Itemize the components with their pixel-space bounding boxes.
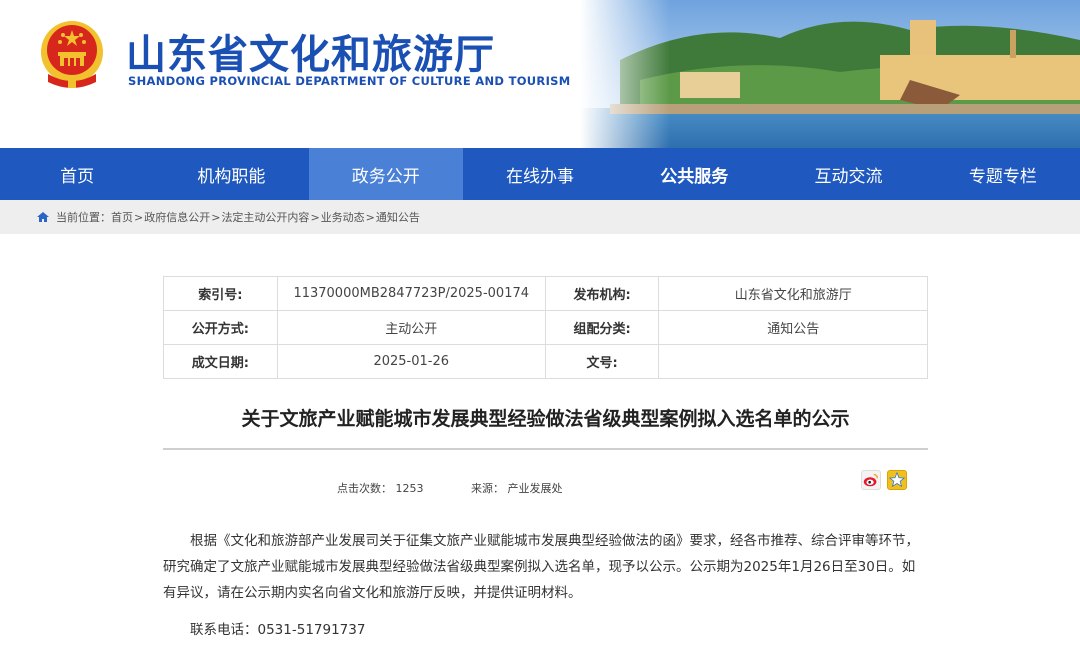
date-value: 2025-01-26 — [276, 344, 546, 379]
national-emblem-icon[interactable] — [38, 18, 106, 90]
breadcrumb-prefix: 当前位置： — [56, 211, 111, 224]
document-meta-table: 索引号: 11370000MB2847723P/2025-00174 发布机构:… — [163, 276, 928, 379]
title-divider — [163, 448, 928, 450]
breadcrumb-separator: > — [211, 210, 221, 224]
site-header: 山东省文化和旅游厅 SHANDONG PROVINCIAL DEPARTMENT… — [0, 0, 1080, 148]
breadcrumb-separator: > — [134, 210, 144, 224]
publisher-label: 发布机构: — [544, 276, 660, 311]
views-count: 点击次数： 1253 — [337, 482, 424, 495]
nav-item-interaction[interactable]: 互动交流 — [771, 148, 925, 200]
views-label: 点击次数： — [337, 482, 392, 495]
breadcrumb-link-business[interactable]: 业务动态 — [321, 209, 365, 225]
breadcrumb-link-gov-info[interactable]: 政府信息公开 — [144, 209, 210, 225]
source-label: 来源： — [471, 482, 504, 495]
contact-phone: 联系电话：0531-51791737 — [190, 622, 366, 638]
views-value: 1253 — [395, 482, 424, 495]
nav-item-functions[interactable]: 机构职能 — [154, 148, 308, 200]
nav-item-home[interactable]: 首页 — [0, 148, 154, 200]
breadcrumb-link-notices[interactable]: 通知公告 — [376, 209, 420, 225]
nav-item-special-topics[interactable]: 专题专栏 — [926, 148, 1080, 200]
header-scenery-image — [580, 0, 1080, 148]
site-subtitle: SHANDONG PROVINCIAL DEPARTMENT OF CULTUR… — [128, 74, 571, 88]
index-value: 11370000MB2847723P/2025-00174 — [276, 276, 546, 311]
breadcrumb-separator: > — [365, 210, 375, 224]
breadcrumb-separator: > — [310, 210, 320, 224]
open-method-label: 公开方式: — [163, 310, 278, 345]
article-stats: 点击次数： 1253 来源： 产业发展处 — [337, 480, 607, 496]
nav-item-online-service[interactable]: 在线办事 — [463, 148, 617, 200]
source-value: 产业发展处 — [507, 482, 563, 495]
open-method-value: 主动公开 — [276, 310, 546, 345]
table-row: 公开方式: 主动公开 组配分类: 通知公告 — [163, 310, 928, 345]
date-label: 成文日期: — [163, 344, 278, 379]
main-nav: 首页 机构职能 政务公开 在线办事 公共服务 互动交流 专题专栏 — [0, 148, 1080, 200]
breadcrumb: 当前位置： 首页 > 政府信息公开 > 法定主动公开内容 > 业务动态 > 通知… — [0, 200, 1080, 234]
site-title: 山东省文化和旅游厅 — [126, 32, 495, 78]
index-label: 索引号: — [163, 276, 278, 311]
source: 来源： 产业发展处 — [471, 482, 563, 495]
category-value: 通知公告 — [658, 310, 928, 345]
weibo-icon[interactable] — [861, 470, 881, 490]
breadcrumb-link-statutory[interactable]: 法定主动公开内容 — [221, 209, 309, 225]
doc-number-value — [658, 344, 928, 379]
doc-number-label: 文号: — [544, 344, 660, 379]
publisher-value: 山东省文化和旅游厅 — [658, 276, 928, 311]
nav-item-public-service[interactable]: 公共服务 — [617, 148, 771, 200]
qzone-icon[interactable] — [887, 470, 907, 490]
home-icon — [37, 212, 49, 222]
table-row: 索引号: 11370000MB2847723P/2025-00174 发布机构:… — [163, 276, 928, 311]
category-label: 组配分类: — [544, 310, 660, 345]
article-title: 关于文旅产业赋能城市发展典型经验做法省级典型案例拟入选名单的公示 — [241, 408, 850, 430]
nav-item-gov-affairs[interactable]: 政务公开 — [308, 148, 463, 200]
article-body: 根据《文化和旅游部产业发展司关于征集文旅产业赋能城市发展典型经验做法的函》要求，… — [163, 533, 919, 601]
table-row: 成文日期: 2025-01-26 文号: — [163, 344, 928, 379]
breadcrumb-link-home[interactable]: 首页 — [111, 209, 133, 225]
